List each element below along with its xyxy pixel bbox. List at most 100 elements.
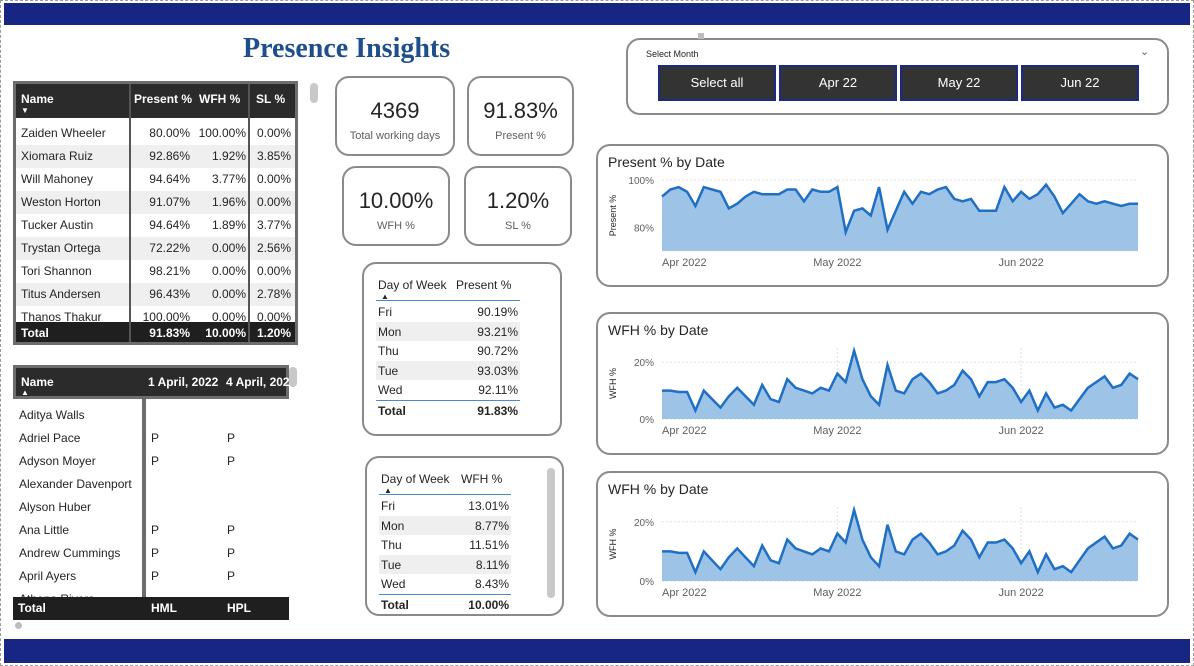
table-row[interactable]: Will Mahoney 94.64% 3.77% 0.00% [16,168,295,191]
cell-status: P [151,454,160,468]
column-header-sl[interactable]: SL % [256,92,285,106]
page-title: Presence Insights [243,33,451,64]
weekday-name: Tue [381,557,402,572]
matrix-header-date1[interactable]: 1 April, 2022 [148,375,218,389]
chart-plot: 0% 20% Apr 2022 May 2022 Jun 2022 WFH % [608,505,1139,599]
column-divider [142,399,146,597]
table-row[interactable]: Adyson Moyer P P [13,450,289,473]
slicer-option-may[interactable]: May 22 [900,65,1018,101]
total-divider [376,399,520,401]
matrix-total-row: Total HML HPL [13,597,289,620]
column-header-value[interactable]: Present % [456,278,511,292]
present-by-date-chart: Present % by Date 80% 100% Apr 2022 May 202… [596,144,1169,287]
table-row[interactable]: Xiomara Ruiz 92.86% 1.92% 3.85% [16,145,295,168]
list-item[interactable]: Wed 92.11% [376,380,520,399]
table-row[interactable]: Zaiden Wheeler 80.00% 100.00% 0.00% [16,122,295,145]
table-row[interactable]: Andrew Cummings P P [13,542,289,565]
column-divider [248,84,250,342]
present-by-weekday-card: Day of Week ▲ Present % Fri 90.19% Mon 93.21% T… [362,262,562,436]
table-row[interactable]: April Ayers P P [13,565,289,588]
slicer-option-jun[interactable]: Jun 22 [1021,65,1139,101]
matrix-header: Name ▲ 1 April, 2022 4 April, 2022 [13,365,289,399]
column-header-day[interactable]: Day of Week [381,472,449,486]
cell-value: 96.43% [149,287,190,301]
matrix-header-name[interactable]: Name [21,375,54,389]
cell-name: Titus Andersen [21,287,101,301]
matrix-header-date2[interactable]: 4 April, 2022 [226,375,289,389]
list-item[interactable]: Mon 93.21% [376,321,520,341]
table-row[interactable]: Tori Shannon 98.21% 0.00% 0.00% [16,260,295,283]
table-scrollbar[interactable] [310,83,318,103]
cell-value: 94.64% [149,218,190,232]
matrix-scrollbar[interactable] [289,367,297,387]
slicer-option-apr[interactable]: Apr 22 [779,65,897,101]
cell-name: Will Mahoney [21,172,94,186]
kpi-label: Total working days [349,130,441,142]
kpi-value: 10.00% [358,188,434,213]
cell-name: Trystan Ortega [21,241,101,255]
table-row[interactable]: Aditya Walls [13,404,289,427]
x-tick-label: Apr 2022 [662,257,707,269]
column-header-value[interactable]: WFH % [461,472,502,486]
weekday-name: Fri [378,305,392,319]
top-banner [4,3,1190,25]
weekday-value: 90.72% [477,344,518,358]
table-row[interactable]: Ana Little P P [13,519,289,542]
cell-name: Weston Horton [21,195,101,209]
cell-status: P [151,431,160,445]
column-header-present[interactable]: Present % [134,92,192,106]
column-header-day[interactable]: Day of Week [378,278,446,292]
cell-value: 3.85% [256,149,291,163]
slicer-option-select-all[interactable]: Select all [658,65,776,101]
resize-handle[interactable] [15,622,22,629]
cell-value: 98.21% [149,264,190,278]
cell-status: P [227,546,236,560]
weekday-name: Thu [381,538,402,552]
y-tick-label: 0% [640,415,655,426]
table-row[interactable]: Weston Horton 91.07% 1.96% 0.00% [16,191,295,214]
dashboard-page: Presence Insights Name ▼ Present % WFH %… [0,0,1194,666]
list-item[interactable]: Tue 93.03% [376,360,520,380]
kpi-card-wfh: 10.00% WFH % [342,166,450,246]
kpi-label: WFH % [377,220,415,232]
bottom-banner [4,639,1190,663]
cell-name: April Ayers [19,569,77,583]
table-row[interactable]: Trystan Ortega 72.22% 0.00% 2.56% [16,237,295,260]
total-label: Total [21,326,49,340]
matrix-total-date1: HML [151,601,177,615]
kpi-value: 1.20% [486,188,550,213]
column-header-wfh[interactable]: WFH % [199,92,240,106]
resize-handle[interactable] [698,33,704,39]
cell-value: 1.96% [211,195,246,209]
cell-value: 0.00% [211,241,246,255]
column-header-name[interactable]: Name [21,92,54,106]
cell-value: 72.22% [149,241,190,255]
x-tick-label: Apr 2022 [662,425,707,437]
weekday-name: Mon [378,324,402,339]
list-item[interactable]: Thu 11.51% [379,535,511,554]
y-axis-label: Present % [608,195,618,237]
table-row[interactable]: Tucker Austin 94.64% 1.89% 3.77% [16,214,295,237]
list-item[interactable]: Fri 90.19% [376,302,520,321]
table-row[interactable]: Titus Andersen 96.43% 0.00% 2.78% [16,283,295,306]
y-axis-label: WFH % [608,529,618,560]
list-item[interactable]: Wed 8.43% [379,574,511,593]
list-item[interactable]: Thu 90.72% [376,341,520,360]
list-item[interactable]: Mon 8.77% [379,515,511,535]
table-row[interactable]: Alyson Huber [13,496,289,519]
header-underline [376,300,520,301]
x-tick-label: Jun 2022 [998,257,1043,269]
cell-name: Adyson Moyer [19,454,96,468]
table-row[interactable]: Adriel Pace P P [13,427,289,450]
list-item[interactable]: Tue 8.11% [379,554,511,574]
table-row[interactable]: Alexander Davenport [13,473,289,496]
header-underline [379,494,511,495]
total-value: 91.83% [477,403,518,418]
attendance-matrix: Name ▲ 1 April, 2022 4 April, 2022 Adity… [13,365,291,623]
weekday-table-scrollbar[interactable] [547,468,555,598]
employee-presence-table: Name ▼ Present % WFH % SL % Zaiden Wheel… [13,81,298,345]
x-tick-label: Apr 2022 [662,587,707,599]
list-item[interactable]: Fri 13.01% [379,496,511,515]
y-axis-label: WFH % [608,368,618,399]
chevron-down-icon[interactable]: ⌄ [1140,45,1149,58]
